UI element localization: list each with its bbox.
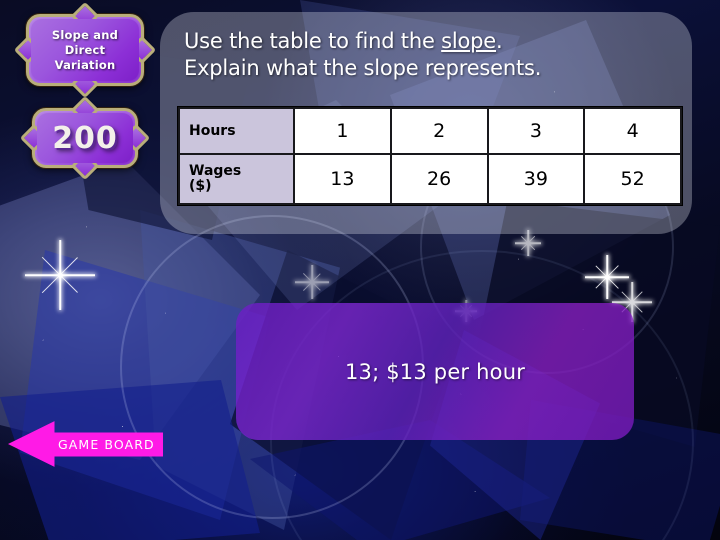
cell-wages-3: 39: [486, 153, 586, 205]
category-plaque: Slope and Direct Variation: [13, 1, 157, 99]
cell-hours-3: 3: [486, 107, 586, 155]
cell-hours-1: 1: [293, 107, 392, 155]
cell-hours-4: 4: [583, 107, 682, 155]
row-header-hours: Hours: [178, 107, 295, 155]
point-value-plaque: 200: [19, 95, 151, 181]
row-header-wages: Wages ($): [178, 153, 295, 205]
question-text: Use the table to find the slope. Explain …: [184, 28, 674, 82]
table-row: Wages ($) 13 26 39 52: [178, 153, 682, 205]
question-line2: Explain what the slope represents.: [184, 56, 542, 80]
cell-hours-2: 2: [389, 107, 489, 155]
table-row: Hours 1 2 3 4: [178, 107, 682, 155]
question-underlined-word: slope: [441, 29, 497, 53]
cell-wages-1: 13: [293, 153, 392, 205]
jeopardy-question-slide: Slope and Direct Variation 200 Use the t…: [0, 0, 720, 540]
answer-text: 13; $13 per hour: [344, 359, 526, 384]
cell-wages-4: 52: [583, 153, 682, 205]
category-label: Slope and Direct Variation: [51, 27, 119, 72]
answer-box: 13; $13 per hour: [236, 303, 634, 440]
cell-wages-2: 26: [389, 153, 489, 205]
point-value-label: 200: [52, 120, 118, 156]
question-line1-prefix: Use the table to find the: [184, 29, 442, 53]
question-line1-suffix: .: [496, 29, 503, 53]
data-table: Hours 1 2 3 4 Wages ($) 13 26 39 52: [178, 107, 682, 205]
game-board-label: GAME BOARD: [58, 436, 155, 452]
